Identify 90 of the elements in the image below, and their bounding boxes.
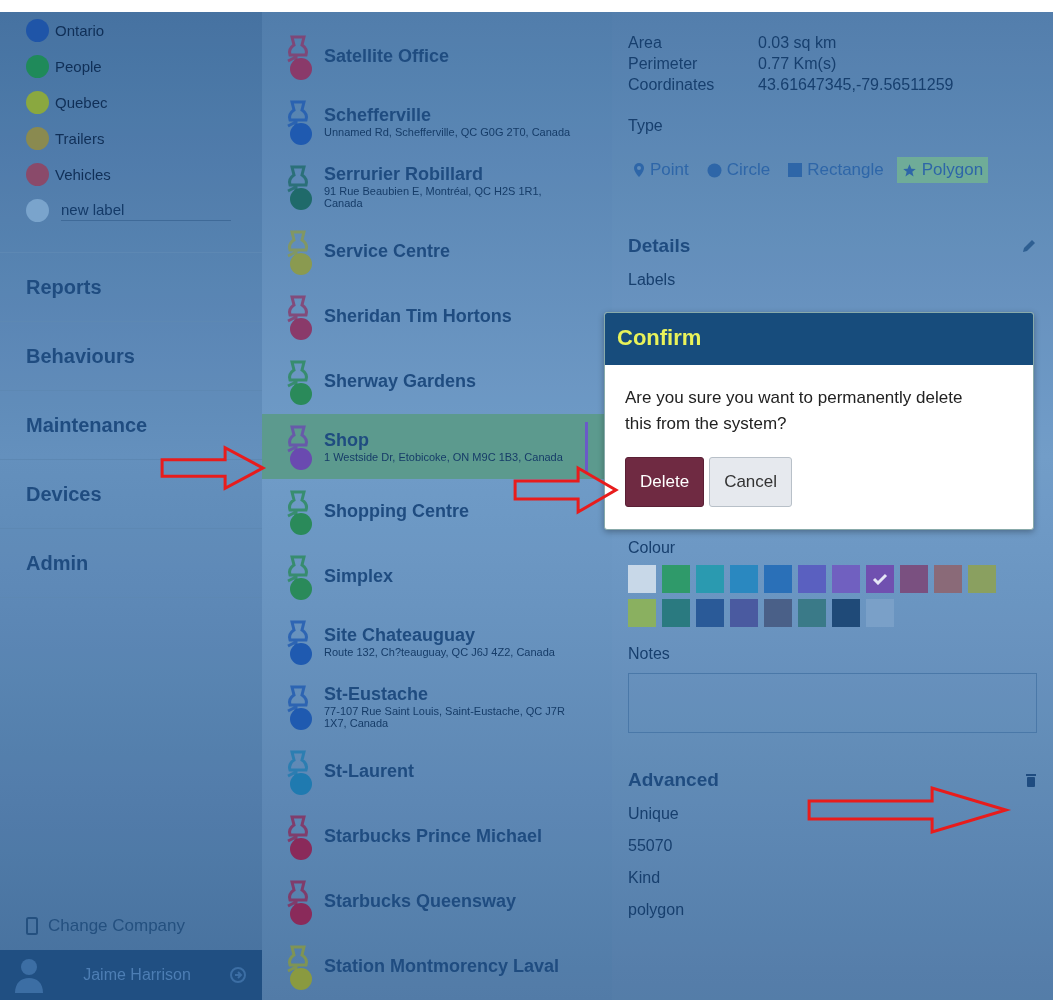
label-name[interactable]: Ontario — [55, 21, 105, 39]
phone-icon — [26, 917, 38, 935]
selection-bar — [585, 422, 588, 472]
place-name: Shopping Centre — [324, 501, 470, 522]
dialog-title: Confirm — [605, 313, 1033, 365]
edit-icon[interactable] — [1021, 238, 1037, 254]
place-address: Route 132, Ch?teauguay, QC J6J 4Z2, Canada — [324, 646, 556, 658]
colour-swatch[interactable] — [730, 565, 758, 593]
colour-swatch[interactable] — [696, 565, 724, 593]
circle-icon — [706, 162, 722, 178]
colour-swatch[interactable] — [798, 599, 826, 627]
place-list-item[interactable]: St-Laurent — [262, 739, 612, 804]
field-label: Labels — [628, 271, 676, 288]
map-pin-icon — [633, 162, 645, 178]
field-value: polygon — [628, 901, 685, 918]
stat-label: Coordinates — [628, 75, 716, 95]
field-label: Notes — [628, 645, 670, 662]
place-name: St-Eustache — [324, 684, 430, 705]
stat-value: 0.77 Km(s) — [758, 54, 838, 74]
label-name[interactable]: Trailers — [55, 129, 105, 147]
colour-swatch[interactable] — [832, 599, 860, 627]
check-icon — [872, 573, 888, 585]
place-name: Shop — [324, 430, 370, 451]
colour-swatch[interactable] — [764, 565, 792, 593]
place-address: Unnamed Rd, Schefferville, QC G0G 2T0, Canada — [324, 126, 572, 138]
field-label: Unique — [628, 805, 679, 822]
place-list-item[interactable]: Schefferville Unnamed Rd, Schefferville, QC G0G 2T0, Canada — [262, 89, 612, 154]
stat-label: Perimeter — [628, 54, 699, 74]
place-address: 1 Westside Dr, Etobicoke, ON M9C 1B3, Canada — [324, 451, 564, 463]
place-name: Simplex — [324, 566, 395, 587]
place-name: Site Chateauguay — [324, 625, 477, 646]
nav-item[interactable]: Behaviours — [0, 321, 262, 390]
nav-item[interactable]: Devices — [0, 459, 262, 528]
stat-label: Area — [628, 33, 663, 53]
place-name: Starbucks Queensway — [324, 891, 518, 912]
new-label-input[interactable]: new label — [61, 199, 231, 221]
label-name[interactable]: Quebec — [55, 93, 108, 111]
section-title: Details — [628, 235, 691, 257]
colour-swatch[interactable] — [730, 599, 758, 627]
label-name[interactable]: Vehicles — [55, 165, 111, 183]
star-icon — [901, 162, 917, 178]
delete-button[interactable]: Delete — [625, 457, 705, 507]
stat-value: 43.61647345,-79.56511259 — [758, 75, 955, 95]
stat-value: 0.03 sq km — [758, 33, 838, 53]
place-name: Serrurier Robillard — [324, 164, 485, 185]
trash-icon[interactable] — [1025, 773, 1037, 787]
notes-field[interactable] — [628, 673, 1037, 733]
label-dot — [26, 198, 49, 222]
place-list-item[interactable]: Site Chateauguay Route 132, Ch?teauguay, QC J6J 4Z2, Canada — [262, 609, 612, 674]
dialog-message: Are you sure you want to permanently delete this from the system? — [625, 387, 964, 435]
type-label: Type — [628, 117, 663, 134]
place-name: Sheridan Tim Hortons — [324, 306, 513, 327]
place-name: St-Laurent — [324, 761, 415, 782]
cancel-button[interactable]: Cancel — [709, 457, 793, 507]
nav-item[interactable]: Reports — [0, 252, 262, 321]
colour-swatch[interactable] — [696, 599, 724, 627]
nav-item[interactable]: Admin — [0, 528, 262, 597]
colour-swatch[interactable] — [832, 565, 860, 593]
colour-swatch[interactable] — [764, 599, 792, 627]
place-list-item[interactable]: Service Centre — [262, 219, 612, 284]
place-list-item[interactable]: Starbucks Queensway — [262, 869, 612, 934]
colour-swatch[interactable] — [628, 565, 656, 593]
section-title: Advanced — [628, 769, 719, 791]
colour-swatch[interactable] — [662, 599, 690, 627]
colour-swatch[interactable] — [628, 599, 656, 627]
type-option[interactable]: Polygon — [896, 157, 989, 183]
place-name: Service Centre — [324, 241, 452, 262]
label-name[interactable]: People — [55, 57, 102, 75]
place-name: Starbucks Prince Michael — [324, 826, 544, 847]
place-name: Schefferville — [324, 105, 433, 126]
place-list-item[interactable]: Serrurier Robillard 91 Rue Beaubien E, Montréal, QC H2S 1R1, Canada — [262, 154, 612, 219]
place-address: 91 Rue Beaubien E, Montréal, QC H2S 1R1, Canada — [324, 185, 543, 209]
place-address: 77-107 Rue Saint Louis, Saint-Eustache, QC J7R 1X7, Canada — [324, 705, 566, 729]
field-value: 55070 — [628, 837, 673, 854]
place-list-item[interactable]: Simplex — [262, 544, 612, 609]
colour-swatch[interactable] — [934, 565, 962, 593]
colour-swatch[interactable] — [866, 565, 894, 593]
colour-swatch[interactable] — [798, 565, 826, 593]
field-label: Kind — [628, 869, 661, 886]
sign-out-icon[interactable] — [230, 967, 246, 983]
colour-swatch[interactable] — [662, 565, 690, 593]
place-list-item[interactable]: Starbucks Prince Michael — [262, 804, 612, 869]
place-name: Sherway Gardens — [324, 371, 478, 392]
colour-swatch[interactable] — [968, 565, 996, 593]
square-icon — [788, 163, 803, 177]
place-list-item[interactable]: St-Eustache 77-107 Rue Saint Louis, Saint-Eustache, QC J7R 1X7, Canada — [262, 674, 612, 739]
field-label: Colour — [628, 539, 676, 556]
user-avatar-icon — [14, 957, 44, 993]
colour-swatch[interactable] — [900, 565, 928, 593]
place-list-item[interactable]: Shopping Centre — [262, 479, 612, 544]
